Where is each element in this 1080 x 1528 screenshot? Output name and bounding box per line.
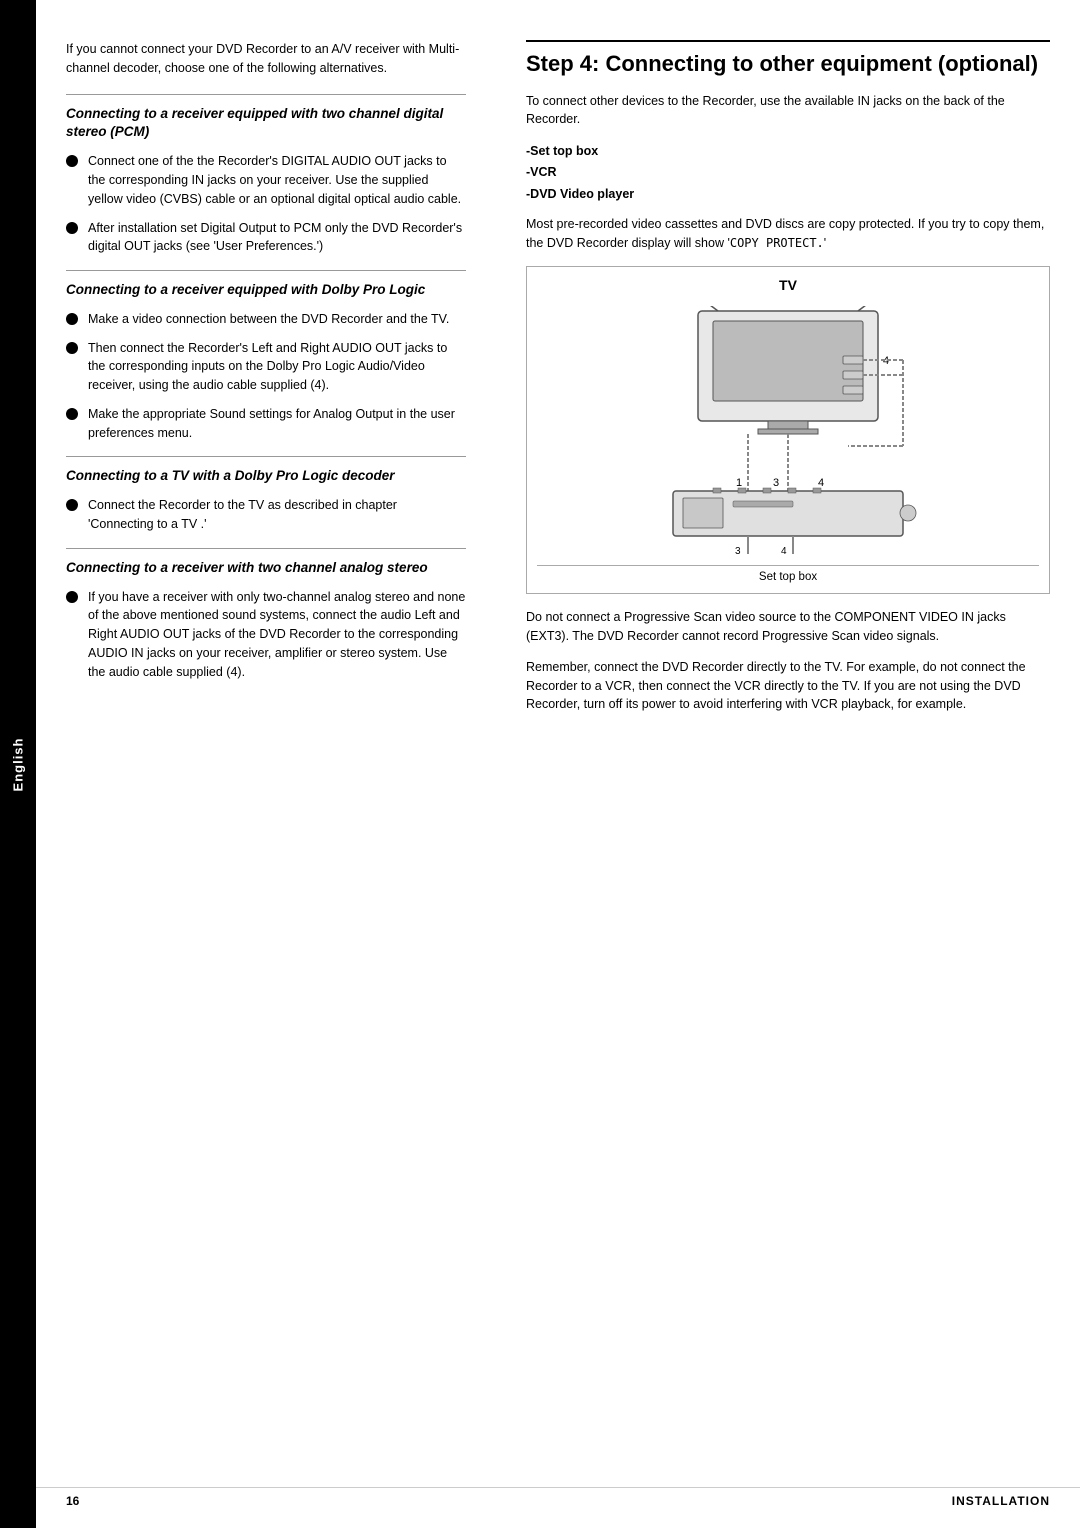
list-item: Then connect the Recorder's Left and Rig… (66, 339, 466, 395)
section-dolby-heading: Connecting to a receiver equipped with D… (66, 281, 466, 300)
connection-diagram: 4 (618, 306, 958, 556)
separator-3 (66, 456, 466, 457)
left-intro-text: If you cannot connect your DVD Recorder … (66, 40, 466, 78)
sidebar-label: English (11, 737, 26, 791)
accessory-label: -DVD Video player (526, 187, 634, 201)
diagram-caption: Set top box (759, 571, 817, 583)
main-content: If you cannot connect your DVD Recorder … (36, 0, 1080, 1528)
note-progressive-scan: Do not connect a Progressive Scan video … (526, 608, 1050, 646)
right-intro: To connect other devices to the Recorder… (526, 92, 1050, 130)
section-analog-list: If you have a receiver with only two-cha… (66, 588, 466, 682)
section-pcm-heading: Connecting to a receiver equipped with t… (66, 105, 466, 143)
diagram-title: TV (537, 277, 1039, 293)
bullet-text: Make a video connection between the DVD … (88, 310, 449, 329)
separator-2 (66, 270, 466, 271)
bullet-dot (66, 313, 78, 325)
list-item: Connect one of the the Recorder's DIGITA… (66, 152, 466, 208)
bullet-dot (66, 342, 78, 354)
list-item: Make the appropriate Sound settings for … (66, 405, 466, 443)
page-footer: 16 INSTALLATION (36, 1487, 1080, 1508)
diagram-label-3: 3 (773, 477, 779, 489)
bullet-dot (66, 408, 78, 420)
accessory-set-top-box: -Set top box (526, 141, 1050, 162)
copy-protect-text: Most pre-recorded video cassettes and DV… (526, 215, 1050, 253)
list-item: Make a video connection between the DVD … (66, 310, 466, 329)
section-dolby-list: Make a video connection between the DVD … (66, 310, 466, 443)
right-column: Step 4: Connecting to other equipment (o… (496, 30, 1080, 1528)
diagram-box: TV (526, 266, 1050, 594)
bullet-dot (66, 499, 78, 511)
left-column: If you cannot connect your DVD Recorder … (36, 30, 496, 1528)
bullet-dot (66, 591, 78, 603)
sidebar: English (0, 0, 36, 1528)
accessory-vcr: -VCR (526, 162, 1050, 183)
bullet-text: Connect the Recorder to the TV as descri… (88, 496, 466, 534)
bullet-text: Make the appropriate Sound settings for … (88, 405, 466, 443)
page-container: English If you cannot connect your DVD R… (0, 0, 1080, 1528)
accessory-label: -Set top box (526, 144, 598, 158)
accessory-dvd: -DVD Video player (526, 184, 1050, 205)
separator-4 (66, 548, 466, 549)
diagram-label-3b: 3 (735, 546, 741, 556)
diagram-label-4b: 4 (818, 477, 824, 489)
section-pcm-list: Connect one of the the Recorder's DIGITA… (66, 152, 466, 256)
accessory-label: -VCR (526, 165, 557, 179)
list-item: After installation set Digital Output to… (66, 219, 466, 257)
separator-1 (66, 94, 466, 95)
bullet-text: Then connect the Recorder's Left and Rig… (88, 339, 466, 395)
diagram-label-1: 1 (736, 477, 742, 489)
bullet-text: Connect one of the the Recorder's DIGITA… (88, 152, 466, 208)
accessory-list: -Set top box -VCR -DVD Video player (526, 141, 1050, 205)
section-tvdolby-heading: Connecting to a TV with a Dolby Pro Logi… (66, 467, 466, 486)
footer-page-number: 16 (66, 1494, 79, 1508)
footer-label: INSTALLATION (952, 1494, 1050, 1508)
bullet-dot (66, 222, 78, 234)
section-analog-heading: Connecting to a receiver with two channe… (66, 559, 466, 578)
bullet-dot (66, 155, 78, 167)
list-item: Connect the Recorder to the TV as descri… (66, 496, 466, 534)
section-tvdolby-list: Connect the Recorder to the TV as descri… (66, 496, 466, 534)
bullet-text: If you have a receiver with only two-cha… (88, 588, 466, 682)
bullet-text: After installation set Digital Output to… (88, 219, 466, 257)
list-item: If you have a receiver with only two-cha… (66, 588, 466, 682)
step-title: Step 4: Connecting to other equipment (o… (526, 40, 1050, 78)
diagram-svg-area: 4 (537, 301, 1039, 561)
note-vcr-connection: Remember, connect the DVD Recorder direc… (526, 658, 1050, 714)
diagram-label-4c: 4 (781, 546, 787, 556)
